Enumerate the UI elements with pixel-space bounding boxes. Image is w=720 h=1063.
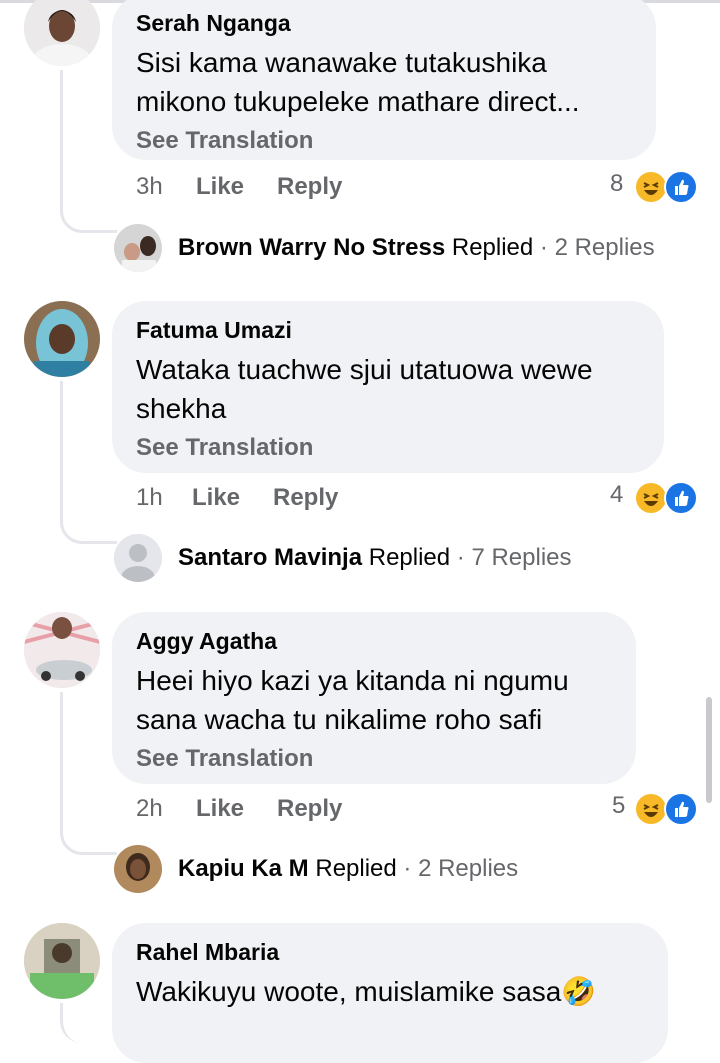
comment-text: Wakikuyu woote, muislamike sasa🤣 [136,976,597,1007]
comment-time[interactable]: 2h [136,792,163,826]
avatar[interactable] [24,0,100,66]
comment-serah-nganga: Serah Nganga Sisi kama wanawake tutakush… [0,0,720,301]
comment-bubble[interactable]: Aggy Agatha Heei hiyo kazi ya kitanda ni… [112,612,636,784]
replied-label: Replied [451,234,534,261]
replied-label: Replied [315,855,397,882]
thread-line [60,70,117,233]
like-button[interactable]: Like [196,792,244,826]
avatar[interactable] [24,301,100,377]
comment-aggy-agatha: Aggy Agatha Heei hiyo kazi ya kitanda ni… [0,612,720,923]
replies-text: Kapiu Ka M Replied · 2 Replies [178,853,518,885]
comment-text: Heei hiyo kazi ya kitanda ni ngumu [136,665,569,696]
comment-text: shekha [136,393,227,424]
comment-bubble[interactable]: Rahel Mbaria Wakikuyu woote, muislamike … [112,923,668,1063]
reply-button[interactable]: Reply [277,792,342,826]
avatar[interactable] [24,612,100,688]
avatar[interactable] [24,923,100,999]
see-translation-link[interactable]: See Translation [136,743,612,775]
haha-icon [634,170,668,204]
replied-label: Replied [368,544,451,571]
replies-text: Brown Warry No Stress Replied · 2 Replie… [178,232,655,264]
like-icon [664,481,698,515]
reply-button[interactable]: Reply [277,170,342,204]
reaction-count: 4 [610,481,624,508]
comment-rahel-mbaria: Rahel Mbaria Wakikuyu woote, muislamike … [0,923,720,1063]
comment-time[interactable]: 1h [136,481,163,515]
comment-author[interactable]: Fatuma Umazi [136,315,640,345]
like-icon [664,170,698,204]
comment-bubble[interactable]: Fatuma Umazi Wataka tuachwe sjui utatuow… [112,301,664,473]
reaction-count: 8 [610,170,624,197]
reply-count: · 7 Replies [456,544,572,571]
replier-avatar [114,224,162,272]
comment-author[interactable]: Rahel Mbaria [136,937,644,967]
see-translation-link[interactable]: See Translation [136,432,640,464]
replier-avatar [114,534,162,582]
comment-text: Sisi kama wanawake tutakushika [136,47,547,78]
comment-time[interactable]: 3h [136,170,163,204]
comment-author[interactable]: Serah Nganga [136,8,632,38]
thread-line [60,1003,117,1043]
replier-name: Santaro Mavinja [178,544,363,571]
like-button[interactable]: Like [192,481,240,515]
reply-count: · 2 Replies [403,855,519,882]
reaction-count: 5 [612,792,626,819]
replier-name: Brown Warry No Stress [178,234,446,261]
haha-icon [634,792,668,826]
comment-author[interactable]: Aggy Agatha [136,626,612,656]
comment-text: sana wacha tu nikalime roho safi [136,704,543,735]
comment-text: Wataka tuachwe sjui utatuowa wewe [136,354,593,385]
replies-text: Santaro Mavinja Replied · 7 Replies [178,542,572,574]
like-icon [664,792,698,826]
comment-text: mikono tukupeleke mathare direct... [136,86,580,117]
replier-avatar [114,845,162,893]
comment-fatuma-umazi: Fatuma Umazi Wataka tuachwe sjui utatuow… [0,301,720,612]
comment-bubble[interactable]: Serah Nganga Sisi kama wanawake tutakush… [112,0,656,160]
thread-line [60,381,117,544]
like-button[interactable]: Like [196,170,244,204]
reply-count: · 2 Replies [539,234,655,261]
replier-name: Kapiu Ka M [178,855,309,882]
scrollbar[interactable] [706,697,712,803]
haha-icon [634,481,668,515]
reply-button[interactable]: Reply [273,481,338,515]
thread-line [60,692,117,855]
see-translation-link[interactable]: See Translation [136,125,632,157]
